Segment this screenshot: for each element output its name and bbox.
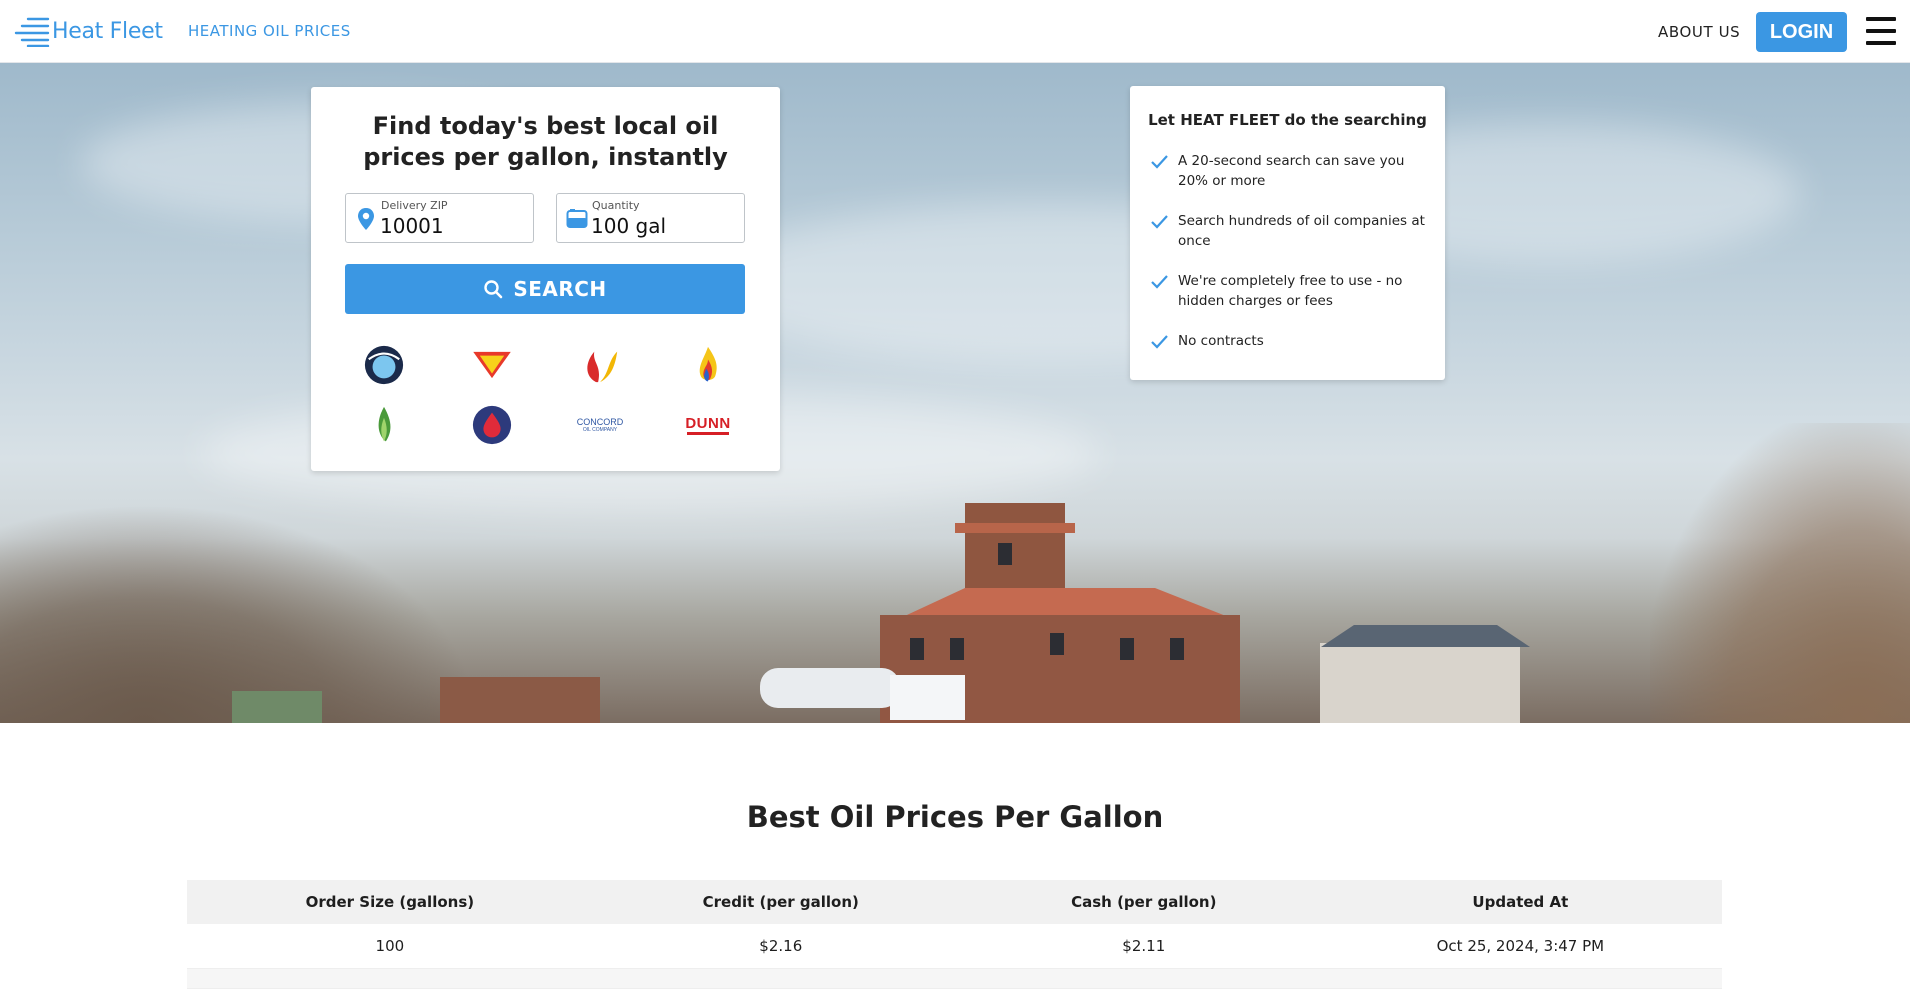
cell-cash: $2.11 <box>968 924 1319 969</box>
nav-about-us[interactable]: ABOUT US <box>1658 23 1740 41</box>
search-card: Find today's best local oil prices per g… <box>311 87 780 471</box>
multicolor-flame-logo-icon <box>678 343 738 387</box>
column-header-order-size: Order Size (gallons) <box>187 880 593 924</box>
table-header-row: Order Size (gallons) Credit (per gallon)… <box>187 880 1722 924</box>
benefit-item: We're completely free to use - no hidden… <box>1150 271 1430 311</box>
benefit-text: Search hundreds of oil companies at once <box>1178 213 1425 249</box>
cell-updated-at: Oct 25, 2024, 3:47 PM <box>1318 924 1722 969</box>
table-row: 100 $2.16 $2.11 Oct 25, 2024, 3:47 PM <box>187 924 1722 969</box>
column-header-updated-at: Updated At <box>1318 880 1722 924</box>
benefit-text: No contracts <box>1178 333 1264 349</box>
red-flame-logo-icon <box>570 343 630 387</box>
location-pin-icon <box>358 208 374 230</box>
prices-section-title: Best Oil Prices Per Gallon <box>746 800 1164 834</box>
search-button-label: SEARCH <box>513 277 607 301</box>
column-header-cash: Cash (per gallon) <box>968 880 1319 924</box>
benefits-title: Let HEAT FLEET do the searching <box>1148 111 1427 129</box>
checkmark-icon <box>1151 335 1168 349</box>
search-button[interactable]: SEARCH <box>345 264 745 314</box>
concord-logo-text: CONCORD <box>576 416 624 427</box>
hero-image <box>0 63 1910 723</box>
hamburger-menu-icon[interactable] <box>1866 17 1896 45</box>
cell-credit: $2.16 <box>592 924 969 969</box>
triangle-logo-icon <box>462 343 522 387</box>
quantity-input[interactable] <box>591 213 731 239</box>
delivery-zip-label: Delivery ZIP <box>381 199 448 212</box>
checkmark-icon <box>1151 275 1168 289</box>
oil-truck-image <box>760 663 970 723</box>
delivery-zip-input[interactable] <box>380 213 520 239</box>
benefit-text: A 20-second search can save you 20% or m… <box>1178 153 1405 189</box>
logo-link[interactable]: Heat Fleet <box>14 14 163 48</box>
benefit-item: Search hundreds of oil companies at once <box>1150 211 1430 251</box>
benefits-card: Let HEAT FLEET do the searching A 20-sec… <box>1130 86 1445 380</box>
cell-order-size: 100 <box>187 924 593 969</box>
site-header: Heat Fleet HEATING OIL PRICES ABOUT US L… <box>0 0 1910 63</box>
checkmark-icon <box>1151 215 1168 229</box>
logo-text: Heat Fleet <box>52 18 163 44</box>
nav-heating-oil-prices[interactable]: HEATING OIL PRICES <box>188 22 351 40</box>
checkmark-icon <box>1151 155 1168 169</box>
oil-tank-icon <box>566 209 588 228</box>
dunn-logo-text: DUNN <box>685 414 731 432</box>
concord-logo-icon: CONCORD OIL COMPANY <box>570 403 630 447</box>
column-header-credit: Credit (per gallon) <box>592 880 969 924</box>
concord-logo-subtext: OIL COMPANY <box>582 426 618 433</box>
benefit-text: We're completely free to use - no hidden… <box>1178 273 1403 309</box>
section-divider-wave <box>0 723 1910 763</box>
quantity-field[interactable]: Quantity <box>556 193 745 243</box>
heat-fleet-logo-icon <box>14 17 50 47</box>
benefit-item: No contracts <box>1150 331 1430 351</box>
search-icon <box>484 280 503 299</box>
table-row-partial <box>187 968 1722 989</box>
login-button[interactable]: LOGIN <box>1756 12 1847 52</box>
quantity-label: Quantity <box>592 199 640 212</box>
dunn-logo-icon: DUNN <box>678 403 738 447</box>
price-table: Order Size (gallons) Credit (per gallon)… <box>187 880 1722 989</box>
delivery-zip-field[interactable]: Delivery ZIP <box>345 193 534 243</box>
peterson-logo-icon <box>354 343 414 387</box>
green-flame-logo-icon <box>354 403 414 447</box>
benefit-item: A 20-second search can save you 20% or m… <box>1150 151 1430 191</box>
search-card-title: Find today's best local oil prices per g… <box>363 112 728 171</box>
drop-logo-icon <box>462 403 522 447</box>
